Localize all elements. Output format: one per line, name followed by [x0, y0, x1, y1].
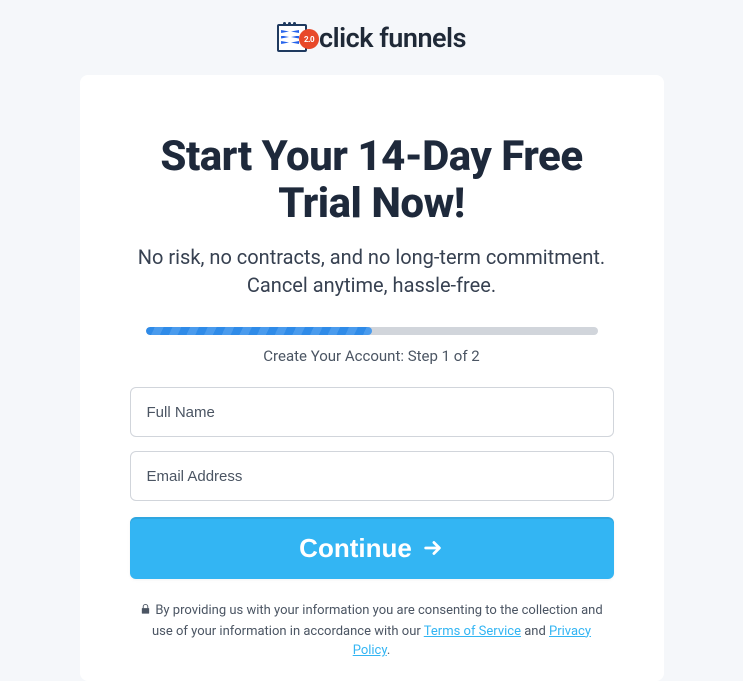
- progress-fill: [146, 327, 372, 335]
- logo: 2.0 click funnels: [277, 22, 466, 54]
- progress-bar: [146, 327, 598, 335]
- arrow-right-icon: [422, 537, 444, 559]
- step-indicator: Create Your Account: Step 1 of 2: [146, 347, 598, 365]
- page-subtitle: No risk, no contracts, and no long-term …: [124, 243, 620, 299]
- consent-suffix: .: [387, 643, 390, 658]
- page-title: Start Your 14-Day Free Trial Now!: [124, 133, 620, 227]
- logo-badge: 2.0: [299, 29, 319, 49]
- continue-button-label: Continue: [299, 533, 412, 564]
- email-field[interactable]: [130, 451, 614, 501]
- logo-mark-icon: 2.0: [277, 23, 313, 53]
- consent-text: By providing us with your information yo…: [124, 601, 620, 661]
- continue-button[interactable]: Continue: [130, 517, 614, 579]
- lock-icon: [140, 602, 151, 622]
- logo-text: click funnels: [319, 22, 466, 54]
- terms-of-service-link[interactable]: Terms of Service: [424, 624, 521, 639]
- signup-form: Continue: [124, 387, 620, 579]
- logo-header: 2.0 click funnels: [0, 0, 743, 75]
- full-name-field[interactable]: [130, 387, 614, 437]
- consent-separator: and: [521, 624, 549, 639]
- signup-card: Start Your 14-Day Free Trial Now! No ris…: [80, 75, 664, 681]
- progress-section: Create Your Account: Step 1 of 2: [146, 327, 598, 365]
